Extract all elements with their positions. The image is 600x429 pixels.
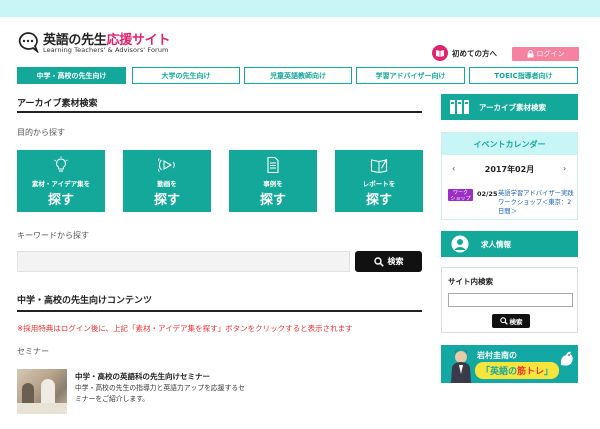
site-search-panel: サイト内検索 検索: [441, 267, 578, 333]
event-link[interactable]: 英語学習アドバイザー実践ワークショップ＜東京：2日間＞: [498, 189, 576, 216]
promo-banner[interactable]: 岩村圭南の 「英語の 筋トレ」: [441, 345, 578, 383]
event-next-arrow[interactable]: ›: [563, 164, 566, 173]
event-month: 2017年02月: [484, 165, 535, 174]
video-icon: [158, 158, 175, 172]
event-calendar-title: イベントカレンダー: [442, 133, 577, 155]
workshop-badge: ワーク ショップ: [448, 189, 473, 202]
site-search-input[interactable]: [448, 293, 573, 307]
chat-bubble-icon: [18, 32, 39, 53]
logo-subtitle: Learning Teachers' & Advisors' Forum: [43, 46, 169, 54]
sidebar-jobs-label: 求人情報: [481, 239, 511, 249]
site-search-label: サイト内検索: [448, 277, 493, 286]
bird-icon: [560, 351, 573, 366]
search-icon: [499, 317, 508, 325]
event-calendar: イベントカレンダー ‹ 2017年02月 › ワーク ショップ 02/25 英語学…: [441, 132, 578, 220]
search-ideas-label: 素材・アイデア集を: [31, 180, 91, 188]
promo-line1: 岩村圭南の: [477, 351, 517, 360]
keyword-search-label: 検索: [387, 257, 404, 266]
tab-learning-advisor[interactable]: 学習アドバイザー向け: [356, 67, 465, 84]
document-icon: [267, 156, 279, 174]
site-search-button[interactable]: 検索: [492, 314, 530, 328]
site-search-button-label: 検索: [509, 318, 523, 326]
search-reports-button[interactable]: レポートを 探す: [335, 150, 423, 212]
search-cases-label: 事例を: [263, 180, 283, 188]
search-icon: [373, 256, 384, 267]
login-note: ※採用特典はログイン後に、上記「素材・アイデア集を探す」ボタンをクリックすると表…: [17, 324, 353, 333]
first-visit-link[interactable]: 初めての方へ: [432, 45, 497, 61]
promo-pill: 「英語の 筋トレ」: [475, 362, 559, 379]
seminar-label: セミナー: [17, 347, 49, 356]
seminar-description: 中学・高校の先生の指導力と英語力アップを応援するセミナーをご紹介します。: [75, 384, 245, 403]
top-bar: [0, 0, 600, 17]
search-cases-button[interactable]: 事例を 探す: [229, 150, 317, 212]
person-icon: [451, 235, 469, 253]
search-ideas-button[interactable]: 素材・アイデア集を 探す: [17, 150, 105, 212]
search-reports-label: レポートを: [362, 180, 396, 188]
first-visit-label: 初めての方へ: [452, 48, 497, 58]
login-button[interactable]: ログイン: [512, 47, 579, 61]
contents-title: 中学・高校の先生向けコンテンツ: [17, 296, 153, 306]
lightbulb-icon: [54, 156, 68, 172]
purpose-label: 目的から探す: [17, 128, 65, 137]
archive-title: アーカイブ素材検索: [17, 99, 98, 109]
tab-university[interactable]: 大学の先生向け: [132, 67, 240, 84]
tab-junior-high-school[interactable]: 中学・高校の先生向け: [17, 67, 126, 84]
event-date: 02/25: [477, 190, 498, 198]
sidebar-archive-banner[interactable]: アーカイブ素材検索: [441, 94, 578, 120]
search-ideas-action: 探す: [47, 193, 74, 208]
keyword-search-button[interactable]: 検索: [355, 251, 422, 272]
report-icon: [370, 159, 388, 174]
keyword-search-input[interactable]: [17, 251, 350, 272]
search-videos-button[interactable]: 動画を 探す: [123, 150, 211, 212]
book-icon: [432, 45, 448, 61]
contents-divider: [17, 310, 422, 312]
seminar-title[interactable]: 中学・高校の英語科の先生向けセミナー: [75, 371, 210, 382]
site-logo[interactable]: 英語の先生応援サイト Learning Teachers' & Advisors…: [17, 29, 207, 57]
keyword-label: キーワードから探す: [17, 231, 89, 240]
search-reports-action: 探す: [365, 193, 392, 208]
tab-children-english[interactable]: 児童英語教師向け: [244, 67, 352, 84]
seminar-thumbnail[interactable]: [17, 369, 67, 414]
binder-icon: [450, 100, 469, 114]
archive-divider: [17, 111, 422, 113]
presenter-photo: [451, 349, 471, 383]
tab-toeic-instructor[interactable]: TOEIC指導者向け: [469, 67, 578, 84]
sidebar-archive-label: アーカイブ素材検索: [479, 102, 547, 112]
search-cases-action: 探す: [259, 193, 286, 208]
search-videos-label: 動画を: [157, 180, 177, 188]
login-label: ログイン: [536, 50, 565, 58]
search-videos-action: 探す: [153, 193, 180, 208]
sidebar-jobs-banner[interactable]: 求人情報: [441, 231, 578, 257]
lock-icon: [527, 50, 533, 58]
